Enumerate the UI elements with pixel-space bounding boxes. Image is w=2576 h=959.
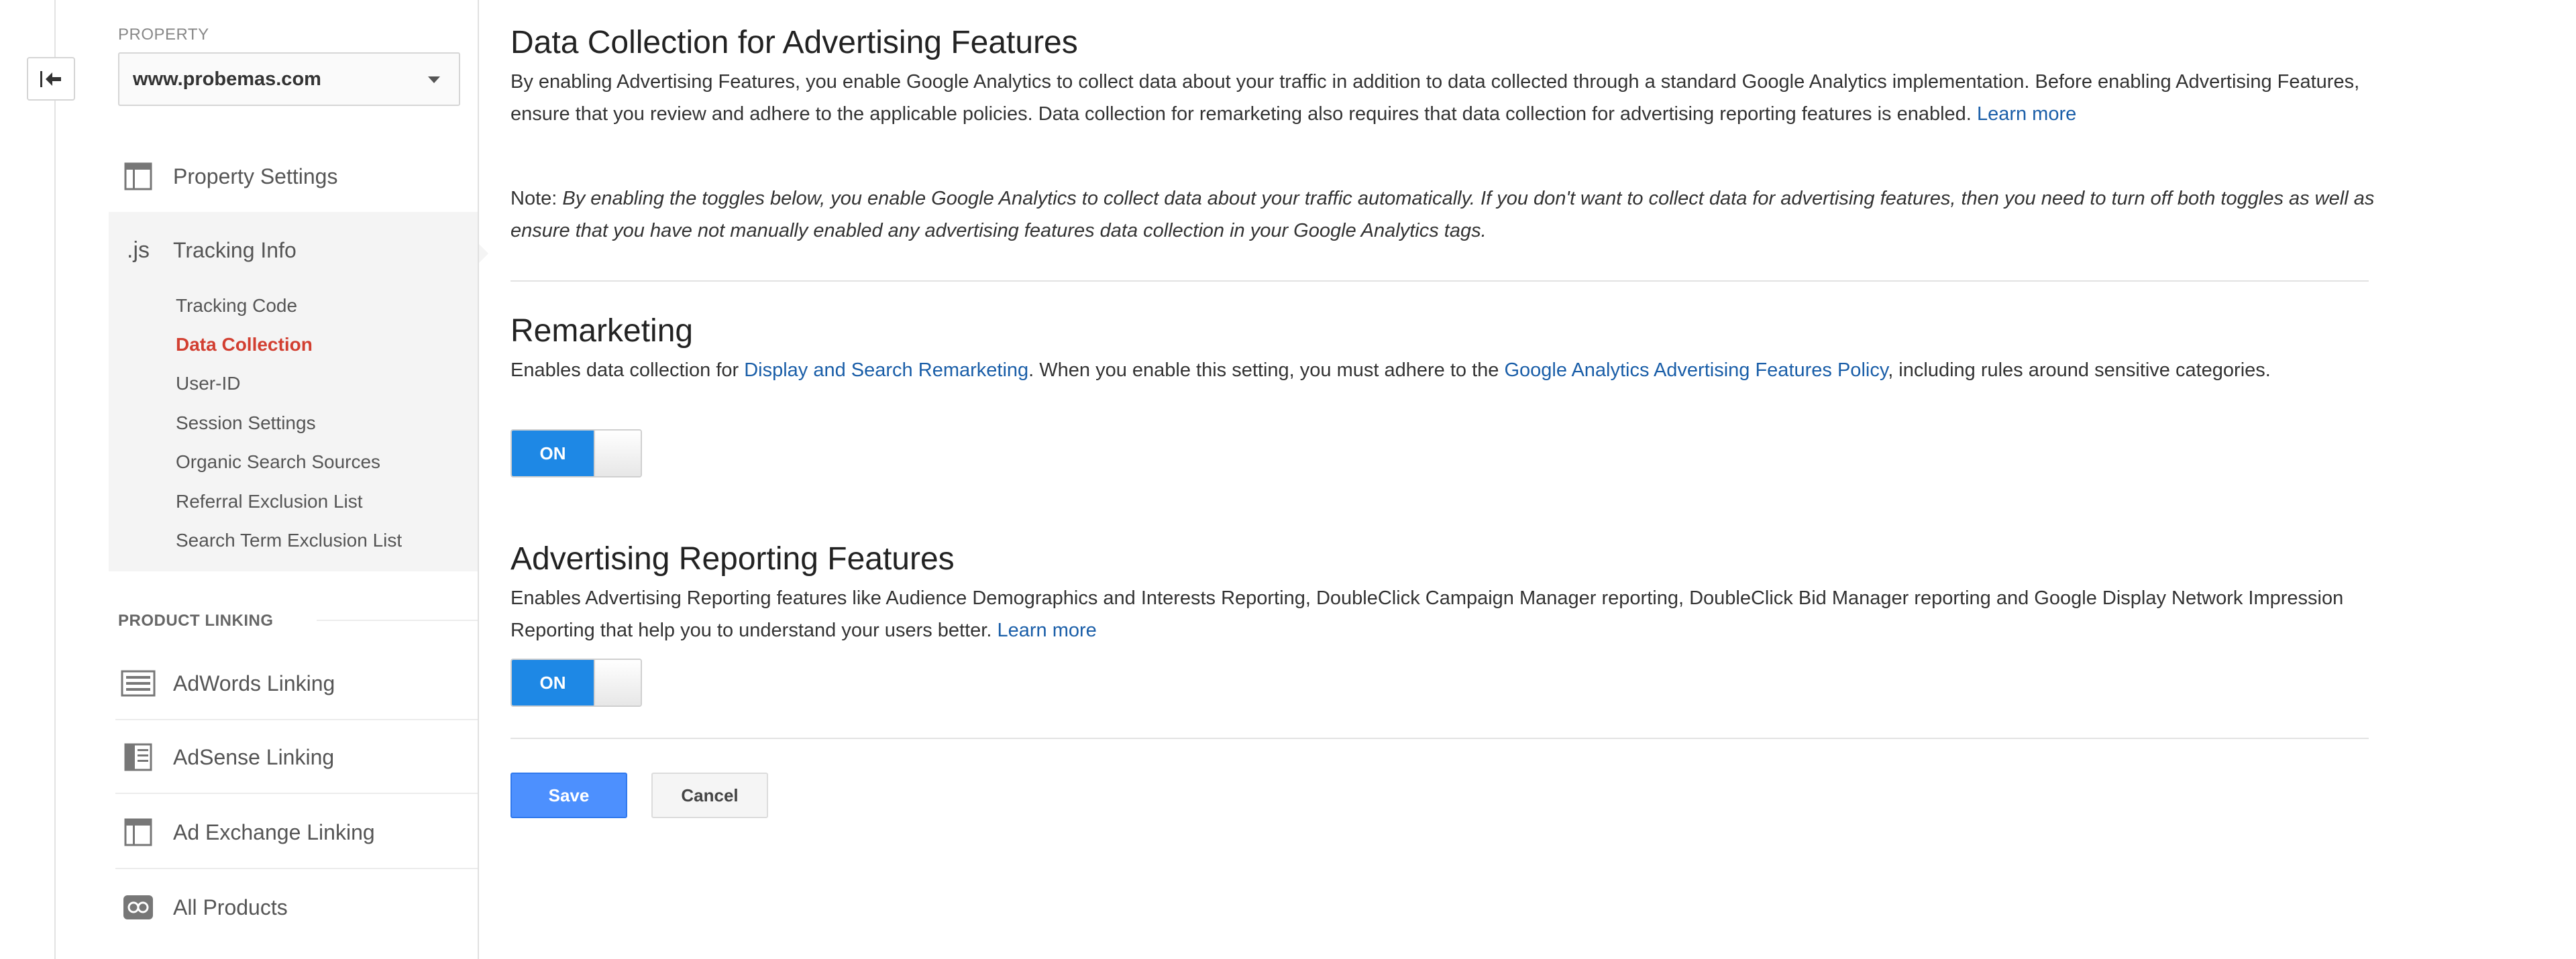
property-select[interactable]: www.probemas.com (118, 52, 460, 106)
property-value: www.probemas.com (133, 68, 321, 90)
remarketing-text-1: Enables data collection for (511, 359, 739, 381)
learn-more-link[interactable]: Learn more (1977, 103, 2076, 125)
learn-more-link[interactable]: Learn more (997, 620, 1096, 641)
toggle-knob (594, 660, 641, 706)
sidebar-subitem-tracking-code[interactable]: Tracking Code (176, 295, 297, 317)
toggle-on-label: ON (512, 431, 594, 476)
sidebar-subitem-data-collection[interactable]: Data Collection (176, 334, 313, 355)
sidebar-subitem-session-settings[interactable]: Session Settings (176, 412, 316, 434)
chevron-down-icon (428, 76, 440, 83)
arrow-left-icon (40, 70, 61, 87)
sidebar-item-label: AdSense Linking (173, 744, 335, 769)
sidebar-subitem-user-id[interactable]: User-ID (176, 373, 240, 394)
admin-sidebar: PROPERTY www.probemas.com Property Setti… (109, 0, 488, 959)
divider (115, 868, 478, 869)
sidebar-item-all-products[interactable]: All Products (109, 870, 478, 944)
sidebar-subitem-organic-search-sources[interactable]: Organic Search Sources (176, 451, 380, 473)
divider (317, 620, 478, 621)
adwords-icon (121, 666, 156, 701)
save-button[interactable]: Save (511, 773, 627, 818)
ad-exchange-icon (121, 815, 156, 850)
sidebar-item-tracking-info[interactable]: .js Tracking Info (109, 213, 478, 287)
sidebar-item-label: All Products (173, 895, 288, 919)
link-icon (121, 890, 156, 925)
sidebar-item-adsense-linking[interactable]: AdSense Linking (109, 720, 478, 794)
left-rail-line (54, 0, 56, 959)
adsense-icon (121, 740, 156, 775)
sidebar-item-label: AdWords Linking (173, 671, 335, 695)
remarketing-text-2: . When you enable this setting, you must… (1028, 359, 1499, 381)
sidebar-subitem-referral-exclusion-list[interactable]: Referral Exclusion List (176, 491, 363, 512)
intro-paragraph: By enabling Advertising Features, you en… (511, 66, 2375, 130)
cancel-button[interactable]: Cancel (651, 773, 768, 818)
back-button[interactable] (27, 57, 75, 101)
advertising-policy-link[interactable]: Google Analytics Advertising Features Po… (1504, 359, 1888, 381)
sidebar-item-ad-exchange-linking[interactable]: Ad Exchange Linking (109, 795, 478, 869)
remarketing-title: Remarketing (511, 313, 694, 349)
note-paragraph: Note: By enabling the toggles below, you… (511, 182, 2375, 247)
sidebar-item-adwords-linking[interactable]: AdWords Linking (109, 646, 478, 720)
sidebar-subitem-search-term-exclusion-list[interactable]: Search Term Exclusion List (176, 530, 402, 551)
advertising-reporting-text: Enables Advertising Reporting features l… (511, 587, 2344, 641)
js-icon: .js (127, 237, 150, 263)
window-icon (121, 159, 156, 194)
remarketing-toggle[interactable]: ON (511, 429, 642, 477)
page-title: Data Collection for Advertising Features (511, 25, 1078, 60)
remarketing-description: Enables data collection for Display and … (511, 354, 2375, 386)
toggle-knob (594, 431, 641, 476)
sidebar-item-property-settings[interactable]: Property Settings (109, 139, 478, 213)
sidebar-item-label: Ad Exchange Linking (173, 820, 375, 844)
sidebar-item-label: Property Settings (173, 164, 338, 188)
divider (115, 793, 478, 794)
note-prefix: Note: (511, 188, 557, 209)
note-text: By enabling the toggles below, you enabl… (511, 188, 2375, 241)
divider (511, 280, 2369, 282)
remarketing-text-3: , including rules around sensitive categ… (1888, 359, 2271, 381)
advertising-reporting-toggle[interactable]: ON (511, 659, 642, 707)
advertising-reporting-description: Enables Advertising Reporting features l… (511, 582, 2375, 646)
property-label: PROPERTY (118, 25, 209, 44)
sidebar-item-label: Tracking Info (173, 237, 297, 262)
advertising-reporting-title: Advertising Reporting Features (511, 541, 955, 577)
intro-text: By enabling Advertising Features, you en… (511, 71, 2360, 125)
divider (511, 738, 2369, 739)
sidebar-divider (478, 0, 479, 959)
product-linking-heading: PRODUCT LINKING (118, 612, 274, 630)
remarketing-link[interactable]: Display and Search Remarketing (744, 359, 1028, 381)
toggle-on-label: ON (512, 660, 594, 706)
